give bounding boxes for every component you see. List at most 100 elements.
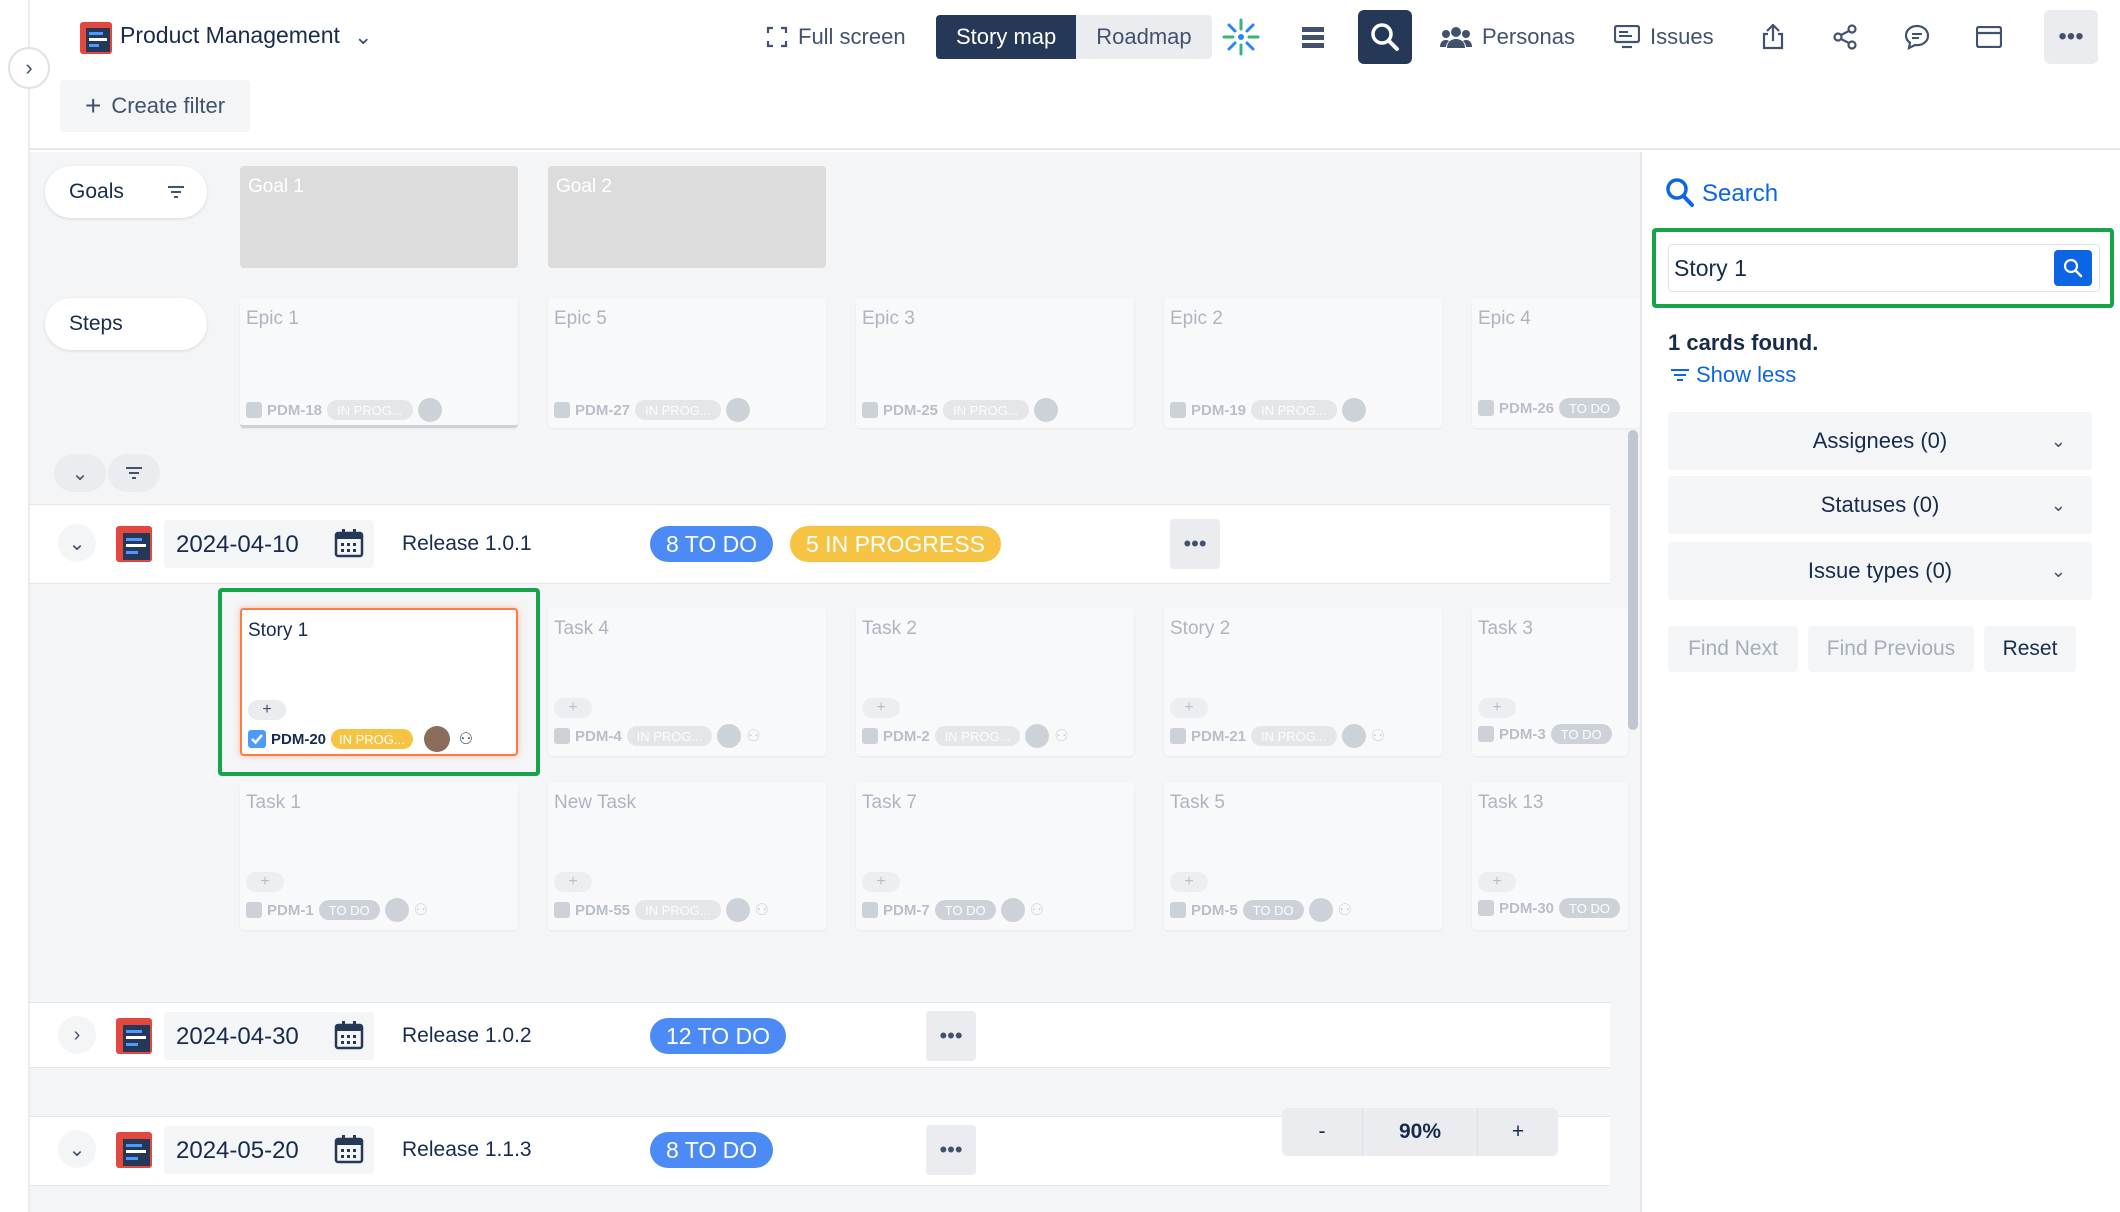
tab-story-map[interactable]: Story map: [936, 15, 1077, 59]
add-child-button[interactable]: +: [1478, 698, 1516, 718]
calendar-icon[interactable]: [334, 1020, 364, 1050]
show-less-link[interactable]: Show less: [1670, 362, 1796, 388]
create-filter-button[interactable]: + Create filter: [60, 80, 250, 132]
collapse-all-button[interactable]: ⌄: [54, 454, 106, 492]
add-child-button[interactable]: +: [1170, 872, 1208, 892]
share-icon: [1833, 24, 1857, 50]
issue-types-filter-dropdown[interactable]: Issue types (0) ⌄: [1668, 542, 2092, 600]
task-card[interactable]: Task 2 + PDM-2 IN PROG... ⚇: [856, 608, 1134, 756]
status-badge: TO DO: [1550, 724, 1612, 744]
card-title: Task 13: [1478, 792, 1544, 813]
find-next-button[interactable]: Find Next: [1668, 626, 1798, 672]
results-count: 1 cards found.: [1668, 330, 1819, 355]
release-expand-button[interactable]: ›: [58, 1016, 96, 1054]
sidebar-expand-button[interactable]: ›: [8, 47, 50, 89]
find-previous-button[interactable]: Find Previous: [1808, 626, 1974, 672]
search-submit-button[interactable]: [2054, 250, 2092, 286]
epic-card[interactable]: Epic 5 PDM-27 IN PROG...: [548, 298, 826, 428]
epic-card[interactable]: Epic 4 PDM-26 TO DO: [1472, 298, 1640, 428]
epic-type-icon: [246, 402, 262, 418]
project-name[interactable]: Product Management: [120, 22, 340, 49]
card-title: Task 5: [1170, 792, 1225, 813]
more-options-button[interactable]: •••: [2044, 10, 2098, 64]
avatar: [384, 898, 409, 922]
issue-key: PDM-55: [575, 901, 631, 919]
statuses-filter-dropdown[interactable]: Statuses (0) ⌄: [1668, 476, 2092, 534]
goal-card[interactable]: Goal 1: [240, 166, 518, 268]
issue-key: PDM-1: [267, 901, 314, 919]
task-card[interactable]: Task 7 + PDM-7 TO DO ⚇: [856, 782, 1134, 930]
personas-button[interactable]: Personas: [1440, 10, 1575, 64]
full-screen-button[interactable]: Full screen: [766, 10, 906, 64]
add-child-button[interactable]: +: [554, 872, 592, 892]
release-collapse-button[interactable]: ⌄: [58, 1130, 96, 1168]
task-card[interactable]: Task 3 + PDM-3 TO DO: [1472, 608, 1628, 756]
status-badge[interactable]: IN PROG...: [331, 729, 413, 749]
add-child-button[interactable]: +: [862, 698, 900, 718]
vertical-scrollbar[interactable]: [1628, 430, 1638, 730]
status-badge: IN PROG...: [327, 400, 413, 420]
project-logo-icon: [80, 22, 112, 54]
release-more-button[interactable]: •••: [926, 1011, 976, 1061]
search-icon: [1666, 178, 1694, 207]
task-card[interactable]: Task 1 + PDM-1 TO DO ⚇: [240, 782, 518, 930]
goals-row-label[interactable]: Goals: [45, 166, 207, 218]
avatar[interactable]: [423, 726, 450, 752]
add-child-button[interactable]: +: [862, 872, 900, 892]
release-name[interactable]: Release 1.0.1: [402, 532, 532, 556]
release-name[interactable]: Release 1.1.3: [402, 1138, 532, 1162]
tab-roadmap[interactable]: Roadmap: [1076, 15, 1212, 59]
calendar-icon[interactable]: [334, 1134, 364, 1164]
task-card[interactable]: Task 13 + PDM-30 TO DO: [1472, 782, 1628, 930]
layers-button[interactable]: [1286, 10, 1340, 64]
search-input[interactable]: [1674, 248, 2044, 288]
add-child-button[interactable]: +: [248, 700, 286, 720]
issue-type-icon: [554, 728, 570, 744]
issue-type-icon: [862, 902, 878, 918]
issue-type-icon: [554, 902, 570, 918]
goals-label: Goals: [69, 180, 124, 203]
epic-card[interactable]: Epic 2 PDM-19 IN PROG...: [1164, 298, 1442, 428]
add-child-button[interactable]: +: [246, 872, 284, 892]
issue-type-icon: [246, 902, 262, 918]
integration-button[interactable]: [1214, 10, 1268, 64]
reset-button[interactable]: Reset: [1984, 626, 2076, 672]
zoom-out-button[interactable]: -: [1282, 1108, 1362, 1156]
assignees-filter-label: Assignees (0): [1812, 428, 1948, 453]
release-name[interactable]: Release 1.0.2: [402, 1024, 532, 1048]
goal-card[interactable]: Goal 2: [548, 166, 826, 268]
share-button[interactable]: [1818, 10, 1872, 64]
panel-button[interactable]: [1962, 10, 2016, 64]
release-more-button[interactable]: •••: [1170, 519, 1220, 569]
add-child-button[interactable]: +: [554, 698, 592, 718]
task-card[interactable]: Task 5 + PDM-5 TO DO ⚇: [1164, 782, 1442, 930]
epic-type-icon: [554, 402, 570, 418]
epic-type-icon: [862, 402, 878, 418]
hierarchy-icon[interactable]: ⚇: [459, 729, 473, 749]
zoom-level: 90%: [1362, 1108, 1478, 1156]
epic-card[interactable]: Epic 3 PDM-25 IN PROG...: [856, 298, 1134, 428]
zoom-in-button[interactable]: +: [1478, 1108, 1558, 1156]
layers-icon: [1302, 27, 1324, 48]
calendar-icon[interactable]: [334, 528, 364, 558]
release-collapse-button[interactable]: ⌄: [58, 524, 96, 562]
export-button[interactable]: [1746, 10, 1800, 64]
epic-title: Epic 2: [1170, 308, 1223, 329]
comments-button[interactable]: [1890, 10, 1944, 64]
add-child-button[interactable]: +: [1478, 872, 1516, 892]
task-card[interactable]: New Task + PDM-55 IN PROG... ⚇: [548, 782, 826, 930]
upload-icon: [1762, 24, 1784, 50]
epic-card[interactable]: Epic 1 PDM-18 IN PROG...: [240, 298, 518, 428]
task-card[interactable]: Story 2 + PDM-21 IN PROG... ⚇: [1164, 608, 1442, 756]
steps-row-label[interactable]: Steps: [45, 298, 207, 350]
add-child-button[interactable]: +: [1170, 698, 1208, 718]
filter-icon[interactable]: [167, 184, 185, 200]
story-card-selected[interactable]: Story 1 + PDM-20 IN PROG... ⚇: [240, 608, 518, 756]
row-filter-button[interactable]: [108, 454, 160, 492]
search-toggle-button[interactable]: [1358, 10, 1412, 64]
assignees-filter-dropdown[interactable]: Assignees (0) ⌄: [1668, 412, 2092, 470]
chevron-down-icon[interactable]: ⌄: [354, 24, 372, 50]
issues-button[interactable]: Issues: [1614, 10, 1714, 64]
release-more-button[interactable]: •••: [926, 1125, 976, 1175]
task-card[interactable]: Task 4 + PDM-4 IN PROG... ⚇: [548, 608, 826, 756]
